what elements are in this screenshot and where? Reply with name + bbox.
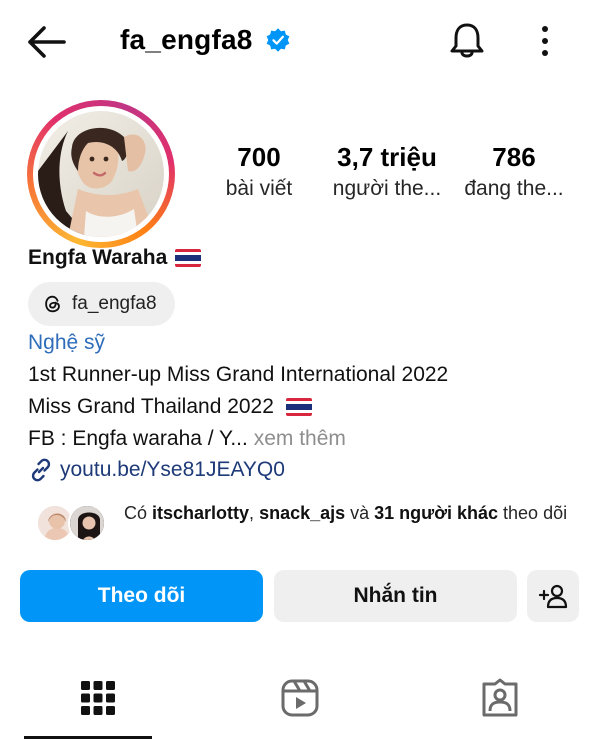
- follower-avatar: [68, 504, 106, 542]
- see-more-link[interactable]: xem thêm: [248, 427, 346, 450]
- top-bar: fa_engfa8: [0, 0, 600, 84]
- verified-badge-icon: [266, 28, 289, 52]
- back-button[interactable]: [24, 22, 68, 62]
- profile-tabs: [0, 668, 600, 741]
- following-count: 786: [492, 142, 536, 172]
- tagged-icon: [482, 678, 518, 717]
- stat-posts[interactable]: 700 bài viết: [218, 140, 300, 204]
- tab-grid[interactable]: [78, 678, 118, 718]
- reels-icon: [281, 679, 319, 717]
- followers-label: người the...: [332, 177, 442, 200]
- followed-by-text: Có itscharlotty, snack_ajs và 31 người k…: [124, 503, 568, 523]
- profile-link-text: youtu.be/Yse81JEAYQ0: [60, 458, 285, 481]
- vertical-dots-icon: [542, 26, 548, 56]
- tab-tagged[interactable]: [480, 678, 520, 718]
- display-name-row: Engfa Waraha: [28, 246, 202, 270]
- bio-line-3: FB : Engfa waraha / Y...: [28, 427, 248, 450]
- display-name: Engfa Waraha: [28, 246, 168, 269]
- suggested-accounts-button[interactable]: [527, 570, 579, 622]
- stat-following[interactable]: 786 đang the...: [458, 140, 570, 204]
- followers-count: 3,7 triệu: [337, 142, 437, 172]
- following-label: đang the...: [464, 177, 564, 200]
- message-button[interactable]: Nhắn tin: [274, 570, 517, 622]
- bio-line-3-row: FB : Engfa waraha / Y... xem thêm: [28, 424, 346, 454]
- profile-link[interactable]: youtu.be/Yse81JEAYQ0: [28, 455, 285, 485]
- category-label: Nghệ sỹ: [28, 331, 106, 354]
- mutual-user-1[interactable]: itscharlotty: [152, 503, 249, 523]
- profile-photo: [38, 111, 164, 237]
- bio-line-1: 1st Runner-up Miss Grand International 2…: [28, 363, 449, 386]
- followed-by-row[interactable]: Có itscharlotty, snack_ajs và 31 người k…: [34, 500, 574, 548]
- stat-followers[interactable]: 3,7 triệu người the...: [328, 140, 446, 204]
- posts-label: bài viết: [225, 177, 293, 200]
- threads-handle: fa_engfa8: [72, 293, 157, 314]
- avatar[interactable]: [38, 111, 164, 237]
- threads-icon: [45, 295, 60, 313]
- grid-icon: [81, 681, 115, 715]
- link-icon: [31, 458, 51, 482]
- threads-badge[interactable]: fa_engfa8: [28, 282, 175, 326]
- thailand-flag-icon: [175, 249, 202, 267]
- add-person-icon: [538, 584, 568, 609]
- story-ring[interactable]: [27, 100, 175, 248]
- mutual-user-2[interactable]: snack_ajs: [259, 503, 345, 523]
- bio-line-2: Miss Grand Thailand 2022: [28, 395, 274, 418]
- notification-button[interactable]: [446, 20, 488, 62]
- arrow-left-icon: [28, 26, 66, 58]
- active-tab-indicator: [24, 736, 152, 739]
- more-options-button[interactable]: [530, 20, 560, 62]
- thailand-flag-icon: [285, 398, 312, 417]
- bell-icon: [450, 23, 484, 58]
- username-header: fa_engfa8: [120, 20, 291, 60]
- tab-reels[interactable]: [280, 678, 320, 718]
- bio-line-2-row: Miss Grand Thailand 2022: [28, 392, 312, 422]
- mutual-others[interactable]: 31 người khác: [374, 503, 498, 523]
- follow-button[interactable]: Theo dõi: [20, 570, 263, 622]
- posts-count: 700: [237, 142, 281, 172]
- page-title: fa_engfa8: [120, 24, 253, 55]
